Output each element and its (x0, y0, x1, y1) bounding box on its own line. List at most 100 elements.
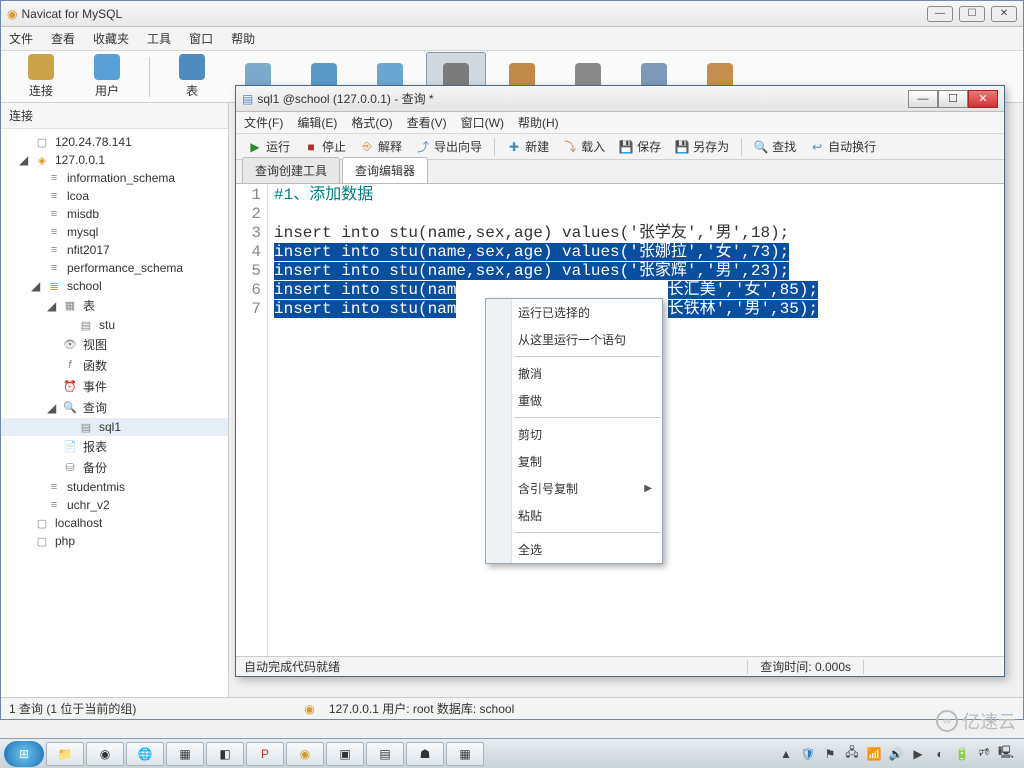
menu-view[interactable]: 查看 (51, 30, 75, 47)
tree-事件[interactable]: ⏰事件 (1, 376, 228, 397)
qmenu-window[interactable]: 窗口(W) (461, 114, 504, 131)
tree-uchr_v2[interactable]: ≡uchr_v2 (1, 496, 228, 514)
tree-php[interactable]: ▢php (1, 532, 228, 550)
tree-information_schema[interactable]: ≡information_schema (1, 169, 228, 187)
query-close-button[interactable]: ✕ (968, 90, 998, 108)
tree-备份[interactable]: ⛁备份 (1, 457, 228, 478)
watermark: ∞亿速云 (936, 708, 1016, 734)
minimize-button[interactable]: — (927, 6, 953, 22)
tray-vol2-icon[interactable]: 🕫 (976, 746, 992, 762)
tree-studentmis[interactable]: ≡studentmis (1, 478, 228, 496)
tree-lcoa[interactable]: ≡lcoa (1, 187, 228, 205)
qmenu-file[interactable]: 文件(F) (244, 114, 283, 131)
tree-localhost[interactable]: ▢localhost (1, 514, 228, 532)
toolbar-表[interactable]: 表 (162, 52, 222, 102)
tree-表[interactable]: ◢▦表 (1, 295, 228, 316)
qtb-查找[interactable]: 🔍查找 (748, 136, 802, 157)
ctx-剪切[interactable]: 剪切 (486, 421, 662, 448)
system-tray[interactable]: ▲ 🛡 ⚑ 🖧 📶 🔊 ▶ ◐ 🔋 🕫 🖳 (778, 746, 1020, 762)
query-maximize-button[interactable]: ☐ (938, 90, 968, 108)
tree-函数[interactable]: 𝑓函数 (1, 355, 228, 376)
qmenu-view[interactable]: 查看(V) (407, 114, 447, 131)
tree-performance_schema[interactable]: ≡performance_schema (1, 259, 228, 277)
query-menubar: 文件(F) 编辑(E) 格式(O) 查看(V) 窗口(W) 帮助(H) (236, 112, 1004, 134)
query-tabs: 查询创建工具 查询编辑器 (236, 160, 1004, 184)
tray-up-icon[interactable]: ▲ (778, 746, 794, 762)
task-browser[interactable]: 🌐 (126, 742, 164, 766)
status-right: 127.0.0.1 用户: root 数据库: school (329, 700, 514, 717)
task-app[interactable]: ▦ (166, 742, 204, 766)
task-navicat[interactable]: ◉ (286, 742, 324, 766)
tree-school[interactable]: ◢≣school (1, 277, 228, 295)
tray-flag-icon[interactable]: ⚑ (822, 746, 838, 762)
tray-pc-icon[interactable]: 🖳 (998, 746, 1014, 762)
toolbar-连接[interactable]: 连接 (11, 52, 71, 102)
tray-bat-icon[interactable]: 🔋 (954, 746, 970, 762)
qtb-自动换行[interactable]: ↩自动换行 (804, 136, 882, 157)
tree-查询[interactable]: ◢🔍查询 (1, 397, 228, 418)
qtb-载入[interactable]: ⤵载入 (557, 136, 611, 157)
qmenu-edit[interactable]: 编辑(E) (297, 114, 337, 131)
qtb-导出向导[interactable]: ⤴导出向导 (410, 136, 488, 157)
qmenu-help[interactable]: 帮助(H) (518, 114, 559, 131)
tab-query-builder[interactable]: 查询创建工具 (242, 157, 340, 183)
tab-query-editor[interactable]: 查询编辑器 (342, 157, 428, 183)
task-editor2[interactable]: ▤ (366, 742, 404, 766)
ctx-从这里运行一个语句[interactable]: 从这里运行一个语句 (486, 326, 662, 353)
ctx-全选[interactable]: 全选 (486, 536, 662, 563)
ctx-含引号复制[interactable]: 含引号复制▶ (486, 475, 662, 502)
tray-wifi-icon[interactable]: 📶 (866, 746, 882, 762)
task-app5[interactable]: ▦ (446, 742, 484, 766)
tree-报表[interactable]: 📄报表 (1, 436, 228, 457)
tree-视图[interactable]: 👁视图 (1, 334, 228, 355)
tray-shield-icon[interactable]: 🛡 (800, 746, 816, 762)
tree-127.0.0.1[interactable]: ◢◈127.0.0.1 (1, 151, 228, 169)
qtb-解释[interactable]: ⎆解释 (354, 136, 408, 157)
task-app4[interactable]: ☗ (406, 742, 444, 766)
qtb-停止[interactable]: ■停止 (298, 136, 352, 157)
start-button[interactable]: ⊞ (4, 741, 44, 767)
qtb-运行[interactable]: ▶运行 (242, 136, 296, 157)
sidebar-title: 连接 (1, 103, 228, 129)
task-app3[interactable]: ▣ (326, 742, 364, 766)
task-chrome[interactable]: ◉ (86, 742, 124, 766)
query-titlebar: ▤ sql1 @school (127.0.0.1) - 查询 * — ☐ ✕ (236, 86, 1004, 112)
menu-window[interactable]: 窗口 (189, 30, 213, 47)
ctx-粘贴[interactable]: 粘贴 (486, 502, 662, 529)
qtb-另存为[interactable]: 💾另存为 (669, 136, 735, 157)
menu-file[interactable]: 文件 (9, 30, 33, 47)
ctx-复制[interactable]: 复制 (486, 448, 662, 475)
menu-tools[interactable]: 工具 (147, 30, 171, 47)
query-statusbar: 自动完成代码就绪 查询时间: 0.000s (236, 656, 1004, 676)
tree-misdb[interactable]: ≡misdb (1, 205, 228, 223)
ctx-运行已选择的[interactable]: 运行已选择的 (486, 299, 662, 326)
task-ppt[interactable]: P (246, 742, 284, 766)
main-menubar: 文件 查看 收藏夹 工具 窗口 帮助 (1, 27, 1023, 51)
toolbar-用户[interactable]: 用户 (77, 52, 137, 102)
task-explorer[interactable]: 📁 (46, 742, 84, 766)
query-status-time: 查询时间: 0.000s (760, 658, 851, 675)
tray-vol-icon[interactable]: 🔊 (888, 746, 904, 762)
ctx-重做[interactable]: 重做 (486, 387, 662, 414)
task-app2[interactable]: ◧ (206, 742, 244, 766)
maximize-button[interactable]: ☐ (959, 6, 985, 22)
qtb-新建[interactable]: ✚新建 (501, 136, 555, 157)
tray-app2-icon[interactable]: ◐ (932, 746, 948, 762)
tray-app-icon[interactable]: ▶ (910, 746, 926, 762)
connection-tree[interactable]: ▢120.24.78.141◢◈127.0.0.1≡information_sc… (1, 129, 228, 554)
tree-stu[interactable]: ▤stu (1, 316, 228, 334)
tray-net-icon[interactable]: 🖧 (844, 746, 860, 762)
taskbar: ⊞ 📁 ◉ 🌐 ▦ ◧ P ◉ ▣ ▤ ☗ ▦ ▲ 🛡 ⚑ 🖧 📶 🔊 ▶ ◐ … (0, 738, 1024, 768)
menu-favorites[interactable]: 收藏夹 (93, 30, 129, 47)
app-icon: ◉ (7, 7, 17, 21)
tree-mysql[interactable]: ≡mysql (1, 223, 228, 241)
ctx-撤消[interactable]: 撤消 (486, 360, 662, 387)
tree-sql1[interactable]: ▤sql1 (1, 418, 228, 436)
qmenu-format[interactable]: 格式(O) (351, 114, 392, 131)
tree-nfit2017[interactable]: ≡nfit2017 (1, 241, 228, 259)
menu-help[interactable]: 帮助 (231, 30, 255, 47)
qtb-保存[interactable]: 💾保存 (613, 136, 667, 157)
query-minimize-button[interactable]: — (908, 90, 938, 108)
close-button[interactable]: ✕ (991, 6, 1017, 22)
tree-120.24.78.141[interactable]: ▢120.24.78.141 (1, 133, 228, 151)
